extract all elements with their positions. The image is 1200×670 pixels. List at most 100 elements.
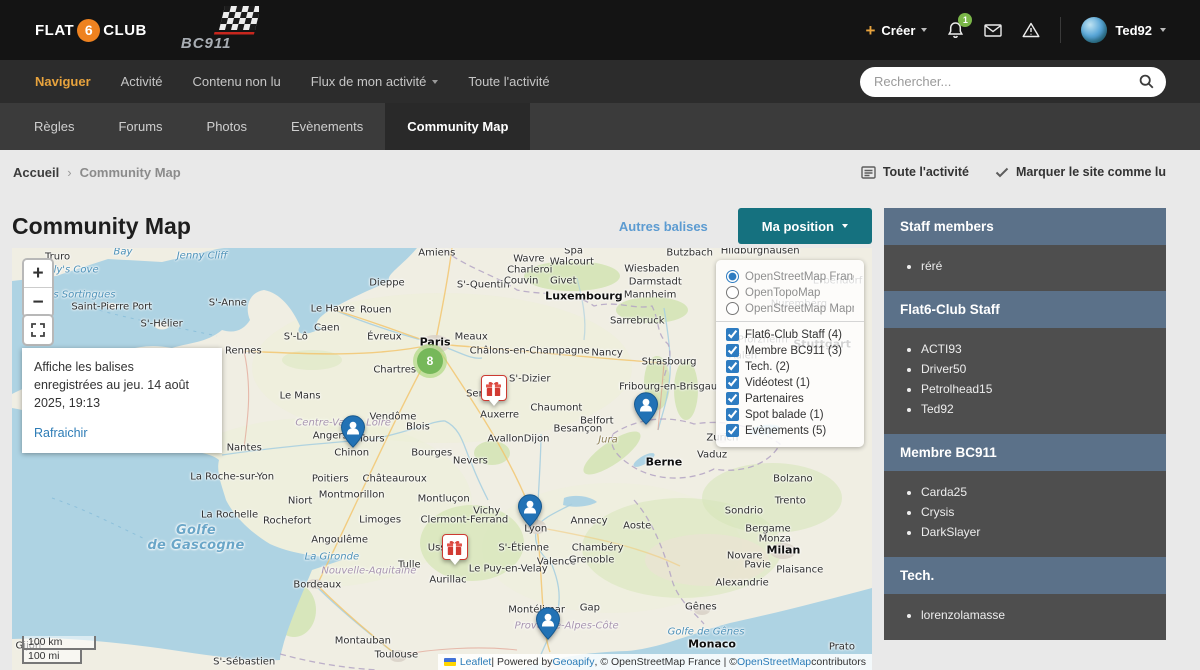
chevron-down-icon: [842, 224, 848, 228]
base-layer-radio[interactable]: [726, 286, 739, 299]
secondary-nav-items: RèglesForumsPhotosEvènementsCommunity Ma…: [12, 103, 530, 150]
member-link[interactable]: réré: [921, 258, 1156, 274]
nav-item-flux-de-mon-activit[interactable]: Flux de mon activité: [311, 74, 439, 89]
all-activity-link[interactable]: Toute l'activité: [861, 165, 969, 179]
my-position-button[interactable]: Ma position: [738, 208, 872, 244]
overlay-option[interactable]: Evènements (5): [726, 424, 854, 437]
overlay-checkbox[interactable]: [726, 392, 739, 405]
member-link[interactable]: Crysis: [921, 504, 1156, 520]
base-layer-radio[interactable]: [726, 302, 739, 315]
map-marker-member[interactable]: [535, 607, 560, 640]
map-marker-member[interactable]: [517, 494, 542, 527]
chevron-down-icon: [1160, 28, 1166, 32]
base-layer-option[interactable]: OpenStreetMap Mapnik: [726, 302, 854, 315]
member-link[interactable]: Ted92: [921, 401, 1156, 417]
overlay-checkbox[interactable]: [726, 328, 739, 341]
breadcrumb: Accueil › Community Map: [13, 165, 181, 180]
search-input[interactable]: [860, 74, 1133, 89]
mark-read-link[interactable]: Marquer le site comme lu: [995, 165, 1166, 179]
breadcrumb-current: Community Map: [80, 165, 181, 180]
overlay-option[interactable]: Spot balade (1): [726, 408, 854, 421]
fullscreen-button[interactable]: [22, 314, 54, 346]
nav-item-activit[interactable]: Activité: [121, 74, 163, 89]
overlay-option[interactable]: Flat6-Club Staff (4): [726, 328, 854, 341]
header-divider: [1060, 17, 1061, 43]
overlay-option[interactable]: Tech. (2): [726, 360, 854, 373]
member-link[interactable]: Driver50: [921, 361, 1156, 377]
zoom-in-button[interactable]: +: [24, 260, 52, 288]
notifications-button[interactable]: 1: [947, 21, 964, 39]
base-layer-radio[interactable]: [726, 270, 739, 283]
primary-nav-items: Naviguer Activité Contenu non lu Flux de mo…: [35, 74, 580, 89]
member-link[interactable]: lorenzolamasse: [921, 607, 1156, 623]
map-marker-event[interactable]: [481, 375, 507, 406]
secondary-nav: RèglesForumsPhotosEvènementsCommunity Ma…: [0, 103, 1200, 150]
warning-icon: [1022, 22, 1040, 38]
messages-button[interactable]: [984, 24, 1002, 37]
flat6club-logo[interactable]: FLAT 6 CLUB: [35, 19, 147, 42]
overlay-checkbox[interactable]: [726, 360, 739, 373]
mark-read-label: Marquer le site comme lu: [1016, 165, 1166, 179]
avatar: [1081, 17, 1107, 43]
sidebar-group-title: Membre BC911: [884, 434, 1166, 471]
geoapify-link[interactable]: Geoapify: [552, 656, 594, 668]
overlay-checkbox[interactable]: [726, 344, 739, 357]
subnav-item-photos[interactable]: Photos: [185, 103, 269, 150]
chevron-down-icon: [432, 80, 438, 84]
subnav-item-r-gles[interactable]: Règles: [12, 103, 96, 150]
map-info-box: Affiche les balises enregistrées au jeu.…: [22, 348, 222, 453]
bc911-logo[interactable]: BC911: [181, 6, 259, 54]
map-marker-member[interactable]: [633, 392, 658, 425]
subnav-item-ev-nements[interactable]: Evènements: [269, 103, 385, 150]
search-button[interactable]: [1133, 74, 1166, 89]
overlay-option[interactable]: Membre BC911 (3): [726, 344, 854, 357]
nav-item-toute-l-activit[interactable]: Toute l'activité: [468, 74, 549, 89]
nav-item-naviguer[interactable]: Naviguer: [35, 74, 91, 89]
map-marker-event[interactable]: [442, 534, 468, 565]
breadcrumb-home[interactable]: Accueil: [13, 165, 59, 180]
member-link[interactable]: DarkSlayer: [921, 524, 1156, 540]
subnav-item-forums[interactable]: Forums: [96, 103, 184, 150]
nav-item-contenu-non-lu[interactable]: Contenu non lu: [193, 74, 281, 89]
layers-separator: [716, 321, 864, 322]
overlay-checkbox[interactable]: [726, 424, 739, 437]
subnav-item-community-map[interactable]: Community Map: [385, 103, 530, 150]
map-marker-member[interactable]: [341, 415, 366, 448]
refresh-link[interactable]: Rafraichir: [34, 424, 88, 442]
main-content: Community Map Autres balises Ma position: [0, 194, 1200, 670]
create-button[interactable]: + Créer: [865, 22, 927, 39]
top-header: FLAT 6 CLUB BC911 +: [0, 0, 1200, 60]
search-box[interactable]: [860, 67, 1166, 97]
title-row: Community Map Autres balises Ma position: [12, 208, 872, 244]
leaflet-link[interactable]: Leaflet: [460, 656, 492, 668]
moderation-button[interactable]: [1022, 22, 1040, 38]
map-marker-cluster[interactable]: 8: [413, 344, 447, 378]
layers-control[interactable]: OpenStreetMap France OpenTopoMap OpenStree…: [716, 260, 864, 447]
create-label: Créer: [881, 23, 915, 38]
sidebar-groups: Staff membersréréFlat6-Club StaffACTI93D…: [884, 208, 1166, 640]
activity-stream-icon: [861, 166, 876, 179]
envelope-icon: [984, 24, 1002, 37]
sidebar-group-title: Staff members: [884, 208, 1166, 245]
base-layer-option[interactable]: OpenTopoMap: [726, 286, 854, 299]
community-map[interactable]: TruroNelly's CoveBayJenny Cliffles Sorti…: [12, 248, 872, 670]
map-attribution: Leaflet | Powered by Geoapify, © OpenStr…: [438, 654, 872, 670]
member-link[interactable]: Petrolhead15: [921, 381, 1156, 397]
osm-link[interactable]: OpenStreetMap: [737, 656, 811, 668]
member-link[interactable]: ACTI93: [921, 341, 1156, 357]
overlay-option[interactable]: Partenaires: [726, 392, 854, 405]
user-menu[interactable]: Ted92: [1081, 17, 1166, 43]
notification-badge: 1: [958, 13, 972, 27]
page-title: Community Map: [12, 213, 191, 240]
overlay-checkbox[interactable]: [726, 408, 739, 421]
sidebar-group-body: Carda25 Crysis DarkSlayer: [884, 471, 1166, 557]
sidebar-group-body: ACTI93 Driver50 Petrolhead15 Ted92: [884, 328, 1166, 434]
sidebar: Staff membersréréFlat6-Club StaffACTI93D…: [884, 208, 1166, 670]
base-layer-option[interactable]: OpenStreetMap France: [726, 270, 854, 283]
zoom-out-button[interactable]: −: [24, 288, 52, 316]
other-beacons-link[interactable]: Autres balises: [619, 219, 708, 234]
member-link[interactable]: Carda25: [921, 484, 1156, 500]
logo-flat-text: FLAT: [35, 22, 74, 39]
overlay-checkbox[interactable]: [726, 376, 739, 389]
overlay-option[interactable]: Vidéotest (1): [726, 376, 854, 389]
